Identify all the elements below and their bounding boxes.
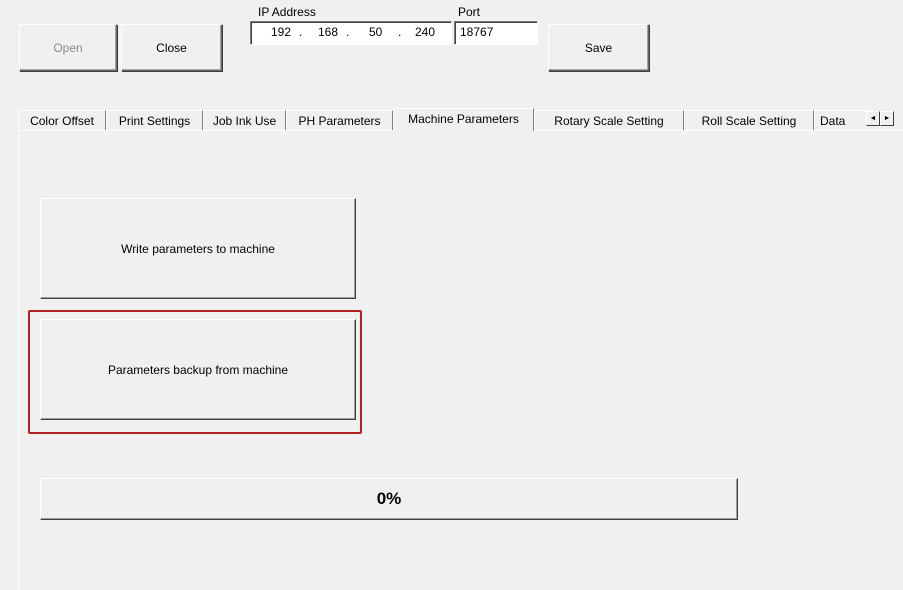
tab-data[interactable]: Data xyxy=(814,110,873,130)
scroll-right-icon[interactable]: ► xyxy=(880,111,894,126)
tab-machine-parameters[interactable]: Machine Parameters xyxy=(393,108,534,131)
ip-dot: . xyxy=(346,25,350,39)
port-value: 18767 xyxy=(460,25,494,39)
tab-color-offset[interactable]: Color Offset xyxy=(18,110,106,130)
tab-rotary-scale-setting[interactable]: Rotary Scale Setting xyxy=(534,110,684,130)
ip-dot: . xyxy=(299,25,303,39)
tab-roll-scale-setting[interactable]: Roll Scale Setting xyxy=(684,110,814,130)
progress-text: 0% xyxy=(376,489,402,508)
save-button[interactable]: Save xyxy=(548,24,649,71)
tab-ph-parameters[interactable]: PH Parameters xyxy=(286,110,393,130)
close-button[interactable]: Close xyxy=(121,24,222,71)
ip-octet-2: 168 xyxy=(318,25,339,39)
ip-address-label: IP Address xyxy=(258,5,316,19)
write-parameters-button[interactable]: Write parameters to machine xyxy=(40,198,356,299)
ip-octet-4: 240 xyxy=(415,25,436,39)
ip-octet-1: 192 xyxy=(271,25,292,39)
tab-print-settings[interactable]: Print Settings xyxy=(106,110,203,130)
port-label: Port xyxy=(458,5,481,19)
scroll-left-icon[interactable]: ◄ xyxy=(866,111,880,126)
ip-address-field[interactable]: 192 . 168 . 50 . 240 xyxy=(250,21,452,45)
tab-job-ink-use[interactable]: Job Ink Use xyxy=(203,110,286,130)
ip-octet-3: 50 xyxy=(369,25,383,39)
tab-strip: Color Offset Print Settings Job Ink Use … xyxy=(18,108,873,131)
progress-bar: 0% xyxy=(40,478,738,520)
backup-parameters-button[interactable]: Parameters backup from machine xyxy=(40,319,356,420)
port-field[interactable]: 18767 xyxy=(454,21,538,45)
ip-dot: . xyxy=(398,25,402,39)
open-button[interactable]: Open xyxy=(19,24,117,71)
top-strip xyxy=(0,0,903,4)
